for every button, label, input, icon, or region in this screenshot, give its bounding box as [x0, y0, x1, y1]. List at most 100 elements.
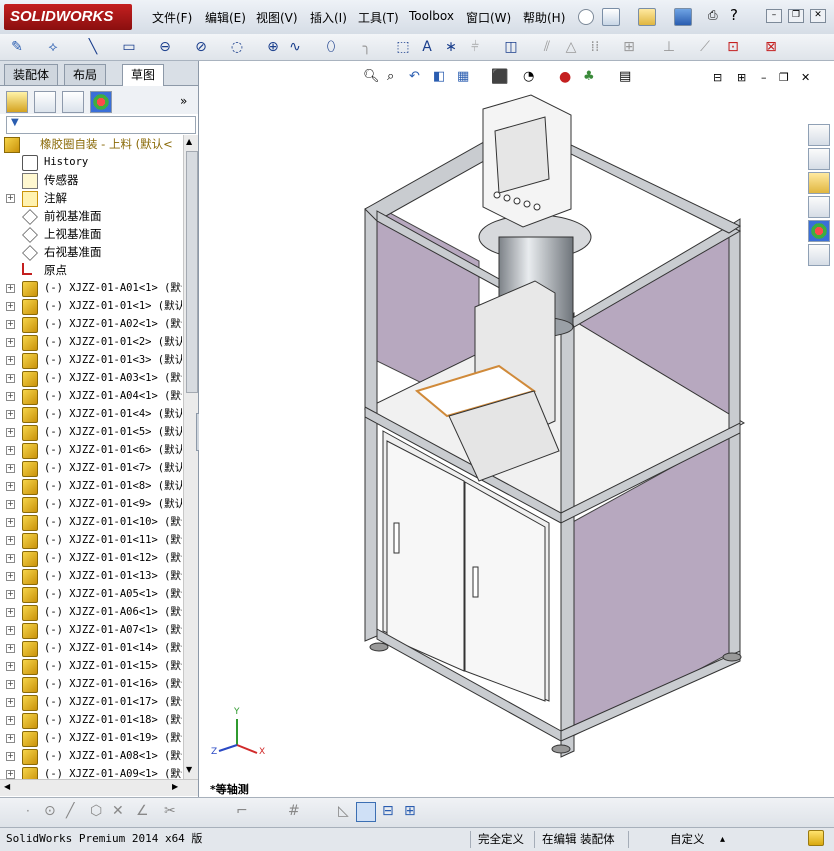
arc-icon[interactable]: ◌: [228, 38, 246, 56]
rectangle-icon[interactable]: ▭: [120, 38, 138, 56]
tree-item[interactable]: 原点: [0, 261, 182, 279]
expand-icon[interactable]: +: [6, 644, 15, 653]
expand-icon[interactable]: +: [6, 680, 15, 689]
feature-manager-icon[interactable]: [6, 91, 28, 113]
tree-item[interactable]: 右视基准面: [0, 243, 182, 261]
polygon-tool-icon[interactable]: ⬡: [90, 803, 102, 819]
tree-item[interactable]: + (-) XJZZ-01-A04<1> (默认: [0, 387, 182, 405]
new-document-icon[interactable]: [602, 8, 620, 26]
tree-item[interactable]: + (-) XJZZ-01-01<7> (默认: [0, 459, 182, 477]
expand-icon[interactable]: +: [6, 752, 15, 761]
appearance-manager-icon[interactable]: [90, 91, 112, 113]
print-icon[interactable]: ⎙: [708, 8, 718, 23]
move-entities-icon[interactable]: ⊞: [620, 38, 638, 56]
tree-item[interactable]: + (-) XJZZ-01-01<10> (默认: [0, 513, 182, 531]
scroll-up-icon[interactable]: ▲: [186, 137, 192, 146]
tree-item[interactable]: + (-) XJZZ-01-A05<1> (默认: [0, 585, 182, 603]
expand-chevron-icon[interactable]: »: [180, 94, 187, 108]
tree-item[interactable]: + (-) XJZZ-01-A09<1> (默认: [0, 765, 182, 779]
tree-item[interactable]: + (-) XJZZ-01-01<9> (默认: [0, 495, 182, 513]
tree-vertical-scrollbar[interactable]: ▲ ▼: [183, 135, 198, 779]
tag-icon[interactable]: [808, 830, 824, 846]
view-palette-icon[interactable]: [808, 196, 830, 218]
tree-item[interactable]: 橡胶圈自装 - 上料 (默认<: [0, 135, 182, 153]
corner-tool-icon[interactable]: ⌐: [236, 803, 248, 819]
line-icon[interactable]: ╲: [84, 38, 102, 56]
expand-icon[interactable]: +: [6, 626, 15, 635]
expand-icon[interactable]: +: [6, 698, 15, 707]
tree-item[interactable]: + 注解: [0, 189, 182, 207]
resources-icon[interactable]: [808, 124, 830, 146]
spline-icon[interactable]: ∿: [286, 38, 304, 56]
configuration-manager-icon[interactable]: [62, 91, 84, 113]
tree-item[interactable]: + (-) XJZZ-01-01<16> (默认: [0, 675, 182, 693]
tree-item[interactable]: 前视基准面: [0, 207, 182, 225]
tree-item[interactable]: History: [0, 153, 182, 171]
units-up-icon[interactable]: ▴: [720, 830, 725, 850]
pin-icon[interactable]: [578, 9, 594, 25]
expand-icon[interactable]: +: [6, 482, 15, 491]
expand-icon[interactable]: +: [6, 356, 15, 365]
polygon-icon[interactable]: ⊕: [264, 38, 282, 56]
mirror-icon[interactable]: △: [562, 38, 580, 56]
tree-item[interactable]: + (-) XJZZ-01-01<18> (默认: [0, 711, 182, 729]
trim-tool-icon[interactable]: ✂: [164, 803, 176, 819]
plane-sketch-icon[interactable]: ⬚: [394, 38, 412, 56]
tree-item[interactable]: + (-) XJZZ-01-A07<1> (默认: [0, 621, 182, 639]
text-icon[interactable]: A: [418, 38, 436, 56]
expand-icon[interactable]: +: [6, 554, 15, 563]
smart-dimension-icon[interactable]: ⟡: [44, 38, 62, 56]
expand-icon[interactable]: +: [6, 572, 15, 581]
quick-snaps-icon[interactable]: ⊡: [724, 38, 742, 56]
tree-item[interactable]: + (-) XJZZ-01-01<6> (默认: [0, 441, 182, 459]
tree-item[interactable]: + (-) XJZZ-01-01<15> (默认: [0, 657, 182, 675]
tree-item[interactable]: + (-) XJZZ-01-A02<1> (默认: [0, 315, 182, 333]
menu-item[interactable]: 工具(T): [358, 9, 399, 26]
tree-item[interactable]: + (-) XJZZ-01-01<1> (默认: [0, 297, 182, 315]
menu-item[interactable]: 视图(V): [256, 9, 298, 26]
expand-icon[interactable]: +: [6, 464, 15, 473]
expand-icon[interactable]: +: [6, 500, 15, 509]
menu-item[interactable]: Toolbox: [409, 9, 454, 23]
file-explorer-icon[interactable]: [808, 172, 830, 194]
angle-tool-icon[interactable]: ∠: [136, 803, 149, 819]
tree-item[interactable]: + (-) XJZZ-01-01<8> (默认: [0, 477, 182, 495]
point-tool-icon[interactable]: ·: [26, 804, 30, 818]
tree-item[interactable]: 传感器: [0, 171, 182, 189]
menu-item[interactable]: 窗口(W): [466, 9, 511, 26]
section-mode-icon[interactable]: ⊟: [382, 803, 394, 819]
cabinet-door-left[interactable]: [386, 440, 465, 672]
custom-properties-icon[interactable]: [808, 244, 830, 266]
slot-icon[interactable]: ⊖: [156, 38, 174, 56]
menu-item[interactable]: 插入(I): [310, 9, 347, 26]
table-mode-icon[interactable]: ⊞: [404, 803, 416, 819]
triangle-tool-icon[interactable]: ◺: [338, 803, 349, 819]
scroll-down-icon[interactable]: ▼: [186, 765, 192, 774]
grid-tool-icon[interactable]: #: [288, 803, 300, 819]
fillet-icon[interactable]: ╮: [358, 38, 376, 56]
close-button[interactable]: ✕: [810, 9, 826, 23]
tree-item[interactable]: + (-) XJZZ-01-01<11> (默认: [0, 531, 182, 549]
solidworks-logo[interactable]: SOLIDWORKS: [4, 4, 132, 30]
expand-icon[interactable]: +: [6, 536, 15, 545]
expand-icon[interactable]: +: [6, 194, 15, 203]
tab-layout[interactable]: 布局: [64, 64, 107, 85]
expand-icon[interactable]: +: [6, 662, 15, 671]
expand-icon[interactable]: +: [6, 284, 15, 293]
help-icon[interactable]: ?: [730, 6, 738, 24]
menu-item[interactable]: 编辑(E): [205, 9, 246, 26]
graphics-area[interactable]: 🔍︎ ⌕ ↶ ◧ ▦ ⬛ ◔ ● ♣ ▤ ⊟ ⊞ – ❐ ✕ Y X Z *等轴…: [199, 61, 834, 797]
tree-item[interactable]: + (-) XJZZ-01-A01<1> (默认: [0, 279, 182, 297]
minimize-button[interactable]: –: [766, 9, 782, 23]
filter-input[interactable]: ▼: [6, 116, 196, 134]
menu-item[interactable]: 帮助(H): [523, 9, 565, 26]
expand-icon[interactable]: +: [6, 770, 15, 779]
expand-icon[interactable]: +: [6, 302, 15, 311]
appearances-icon[interactable]: [808, 220, 830, 242]
ellipse-icon[interactable]: ⬯: [322, 38, 340, 56]
restore-button[interactable]: ❐: [788, 9, 804, 23]
expand-icon[interactable]: +: [6, 392, 15, 401]
status-units[interactable]: 自定义: [666, 829, 709, 849]
point-icon[interactable]: ∗: [442, 38, 460, 56]
cross-tool-icon[interactable]: ✕: [112, 803, 124, 819]
